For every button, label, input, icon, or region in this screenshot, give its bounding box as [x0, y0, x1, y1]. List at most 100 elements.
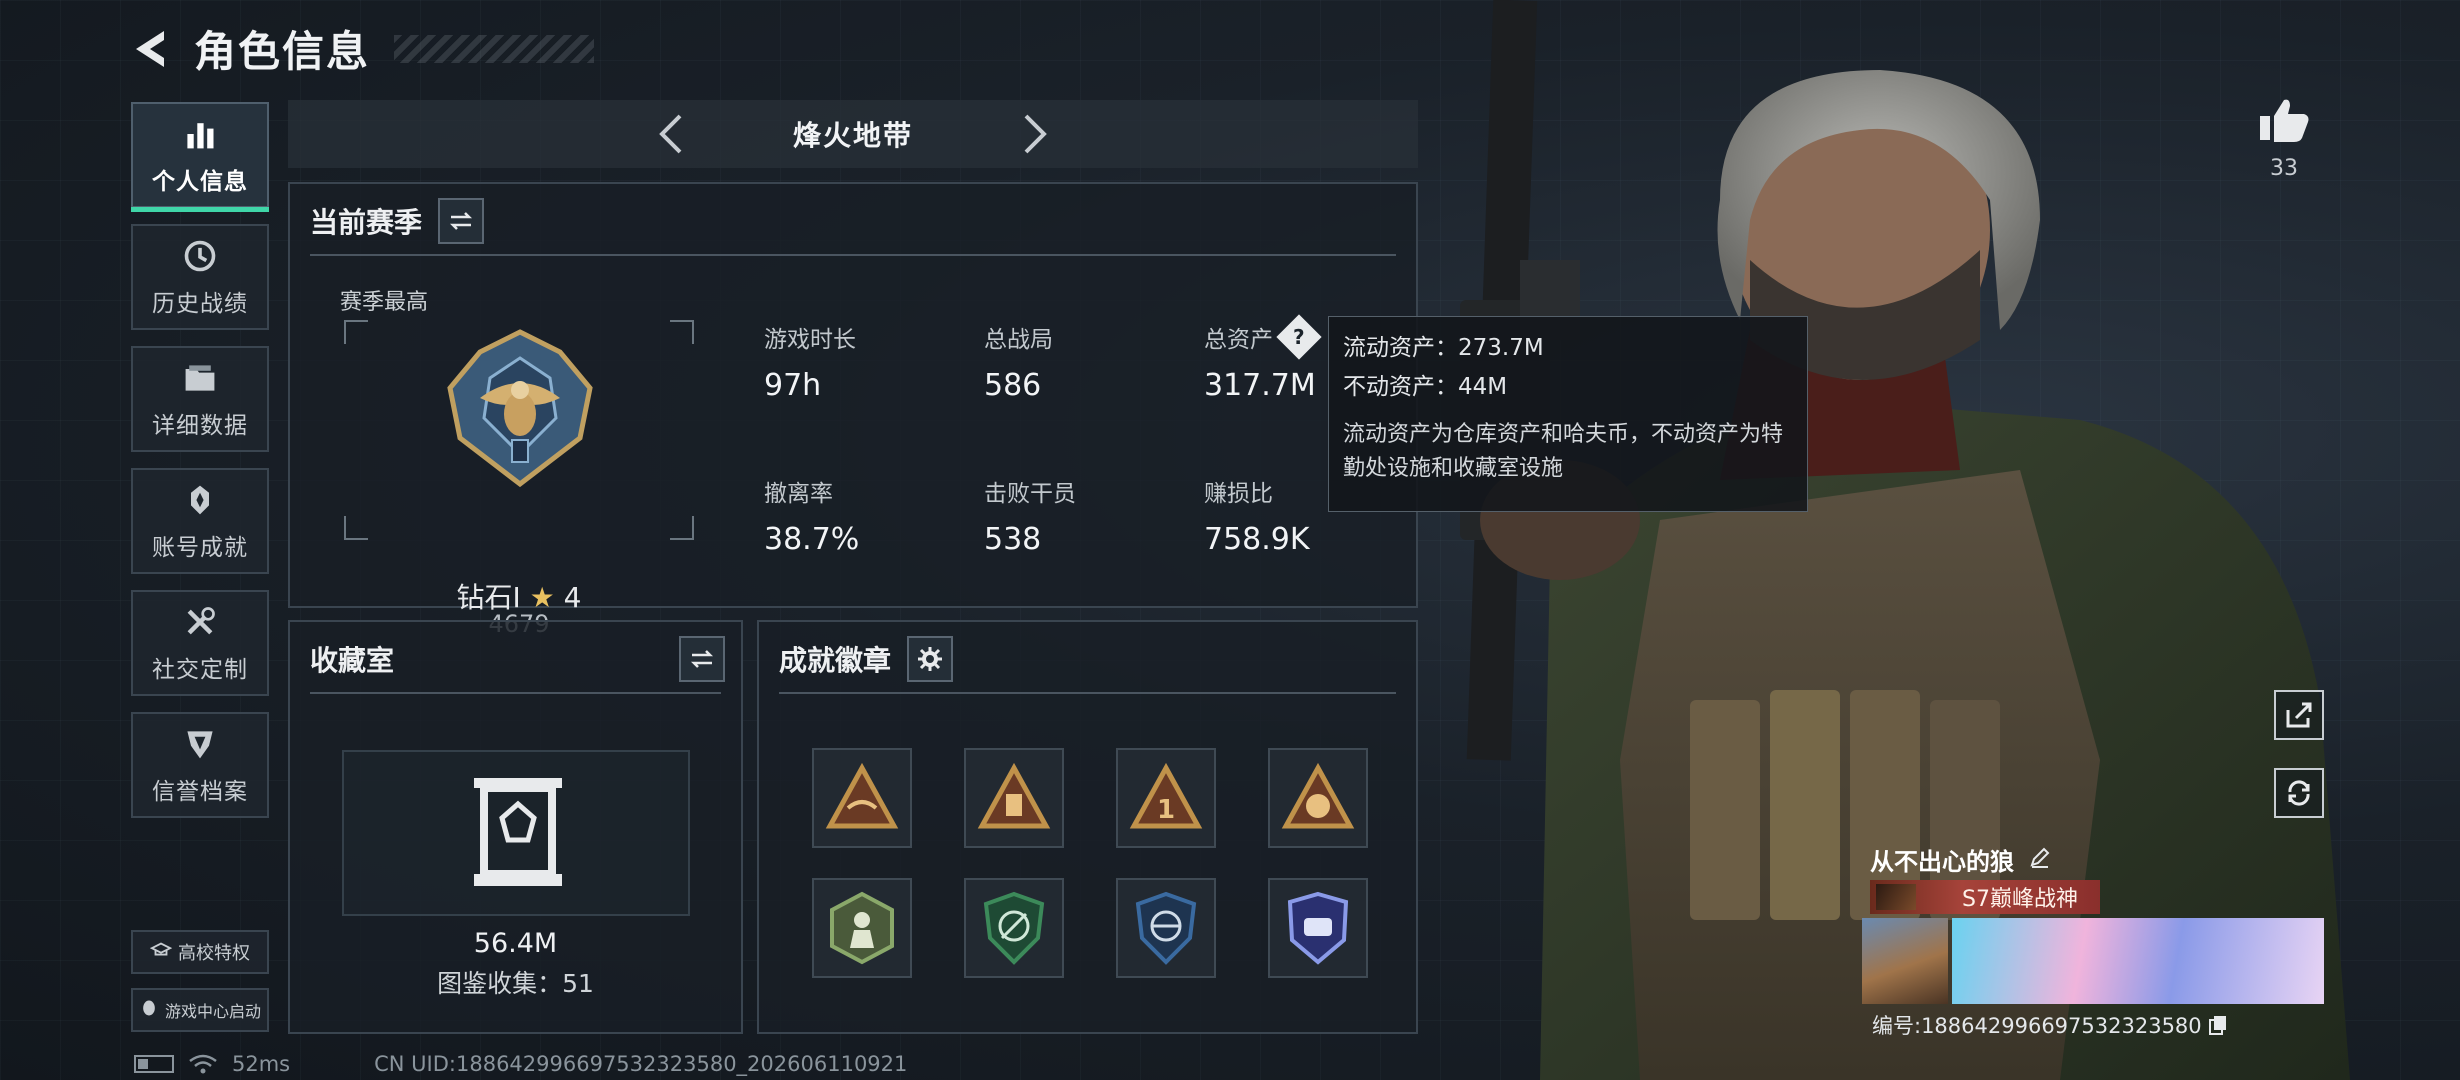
- sidebar-item-history[interactable]: 历史战绩: [131, 224, 269, 330]
- rank-diamond-emblem-icon: [447, 329, 593, 488]
- like-button[interactable]: 33: [2256, 96, 2312, 181]
- player-nickname: 从不出心的狼: [1870, 842, 2052, 877]
- swap-icon: [690, 650, 714, 668]
- like-count: 33: [2270, 156, 2298, 181]
- assets-tooltip: 流动资产：273.7M 不动资产：44M 流动资产为仓库资产和哈夫币，不动资产为…: [1328, 316, 1808, 512]
- shield-badge-icon: [1287, 891, 1349, 965]
- season-panel-title: 当前赛季: [310, 206, 423, 239]
- game-mode-selector: 烽火地带: [288, 100, 1418, 168]
- edit-pencil-icon[interactable]: [2028, 845, 2052, 875]
- tools-icon: [180, 602, 220, 642]
- stat-operators-defeated: 击败干员 538: [984, 481, 1076, 557]
- campus-privilege-label: 高校特权: [178, 943, 250, 964]
- hexagon-badge-icon: [830, 891, 894, 965]
- game-mode-title: 烽火地带: [792, 119, 913, 152]
- badge-triangle-4[interactable]: [1268, 748, 1368, 848]
- badge-triangle-2[interactable]: [964, 748, 1064, 848]
- divider: [779, 692, 1396, 694]
- chevron-left-icon[interactable]: [650, 112, 694, 156]
- badge-hexagon[interactable]: [812, 878, 912, 978]
- stat-total-matches: 总战局 586: [984, 327, 1053, 403]
- shield-badge-icon: [983, 891, 1045, 965]
- wifi-icon: [189, 1054, 217, 1074]
- swap-icon: [449, 212, 473, 230]
- chevron-right-icon[interactable]: [1012, 112, 1056, 156]
- battery-icon: [134, 1055, 174, 1073]
- player-title-tag: S7巅峰战神: [1870, 880, 2100, 914]
- triangle-badge-icon: [825, 762, 899, 829]
- refresh-icon: [2288, 780, 2310, 806]
- sidebar-item-achievements[interactable]: 账号成就: [131, 468, 269, 574]
- uid-text: CN UID:18864299669753232358​0_2026061109…: [374, 1052, 908, 1076]
- season-panel-header: 当前赛季: [310, 198, 485, 244]
- season-switch-button[interactable]: [438, 198, 485, 244]
- shield-badge-icon: [1135, 891, 1197, 965]
- qq-penguin-icon: [139, 998, 159, 1022]
- title-tag-image: [1876, 884, 1916, 910]
- player-banner[interactable]: [1862, 918, 2324, 1004]
- sidebar-item-social-custom[interactable]: 社交定制: [131, 590, 269, 696]
- achievement-icon: [180, 480, 220, 520]
- sidebar-nav: 个人信息 历史战绩 详细数据 账号成就 社交定制 信誉档案: [131, 102, 269, 834]
- badge-triangle-3[interactable]: 1: [1116, 748, 1216, 848]
- player-serial: 编号:18864299669753232358​0: [1872, 1010, 2228, 1040]
- game-center-label: 游戏中心启动: [164, 1002, 261, 1021]
- stat-total-assets: 总资产 ? 317.7M: [1204, 314, 1322, 403]
- banner-avatar-image: [1862, 918, 1948, 1004]
- refresh-button[interactable]: [2274, 768, 2324, 818]
- stat-extract-rate: 撤离率 38.7%: [764, 481, 860, 557]
- sidebar-item-label: 详细数据: [152, 413, 248, 439]
- collection-value: 56.4M: [473, 928, 558, 959]
- divider: [310, 692, 721, 694]
- divider: [310, 254, 1396, 256]
- collection-switch-button[interactable]: [679, 636, 725, 682]
- thumbs-up-icon: [2260, 99, 2309, 142]
- badge-green-shield[interactable]: [964, 878, 1064, 978]
- page-title: 角色信息: [194, 27, 371, 76]
- sidebar-item-label: 历史战绩: [152, 291, 248, 317]
- badges-panel: 成就徽章 1: [757, 620, 1418, 1034]
- sidebar-item-label: 个人信息: [152, 169, 248, 195]
- ping-value: 52ms: [232, 1052, 291, 1076]
- sidebar-item-personal-info[interactable]: 个人信息: [131, 102, 269, 212]
- title-decoration: [394, 34, 595, 63]
- triangle-badge-icon: 1: [1129, 762, 1203, 829]
- share-button[interactable]: [2274, 690, 2324, 740]
- tooltip-description: 流动资产为仓库资产和哈夫币，不动资产为特勤处设施和收藏室设施: [1343, 422, 1784, 482]
- badge-blue-shield[interactable]: [1116, 878, 1216, 978]
- campus-privilege-button[interactable]: 高校特权: [131, 930, 269, 974]
- collection-panel: 收藏室 56.4M 图鉴收集：51: [288, 620, 743, 1034]
- tooltip-fixed-assets: 不动资产：44M: [1343, 373, 1508, 400]
- badge-triangle-1[interactable]: [812, 748, 912, 848]
- sidebar-item-label: 社交定制: [152, 657, 248, 683]
- sidebar-item-label: 信誉档案: [152, 779, 248, 805]
- sidebar-item-detail-data[interactable]: 详细数据: [131, 346, 269, 452]
- credit-shield-icon: [180, 724, 220, 764]
- history-icon: [180, 236, 220, 276]
- triangle-badge-icon: [977, 762, 1051, 829]
- badges-panel-header: 成就徽章: [779, 636, 954, 682]
- badges-panel-title: 成就徽章: [779, 644, 892, 677]
- folder-icon: [180, 358, 220, 398]
- season-best-label: 赛季最高: [340, 290, 429, 315]
- sidebar-item-credit-profile[interactable]: 信誉档案: [131, 712, 269, 818]
- collection-count: 图鉴收集：51: [437, 969, 594, 998]
- status-footer: 52ms CN UID:18864299669753232358​0_20260…: [134, 1052, 907, 1076]
- help-icon[interactable]: ?: [1276, 314, 1322, 360]
- stat-profit-loss-ratio: 赚损比 758.9K: [1204, 481, 1310, 557]
- display-case-icon: [474, 778, 562, 886]
- game-center-button[interactable]: 游戏中心启动: [131, 988, 269, 1032]
- badges-settings-button[interactable]: [907, 636, 954, 682]
- copy-icon[interactable]: [2208, 1014, 2228, 1036]
- bar-chart-icon: [180, 114, 220, 154]
- svg-text:1: 1: [1157, 795, 1175, 825]
- badge-purple-shield[interactable]: [1268, 878, 1368, 978]
- triangle-badge-icon: [1281, 762, 1355, 829]
- banner-card-image: [1952, 918, 2324, 1004]
- collection-panel-header: 收藏室: [310, 636, 725, 682]
- sidebar-item-label: 账号成就: [152, 535, 248, 561]
- back-arrow-icon[interactable]: [130, 27, 174, 71]
- page-header: 角色信息: [130, 18, 595, 79]
- graduation-cap-icon: [149, 939, 173, 966]
- season-panel: 当前赛季 赛季最高 钻石Ⅰ ★ 4 4679 游戏时长 97h 总战局 586 …: [288, 182, 1418, 638]
